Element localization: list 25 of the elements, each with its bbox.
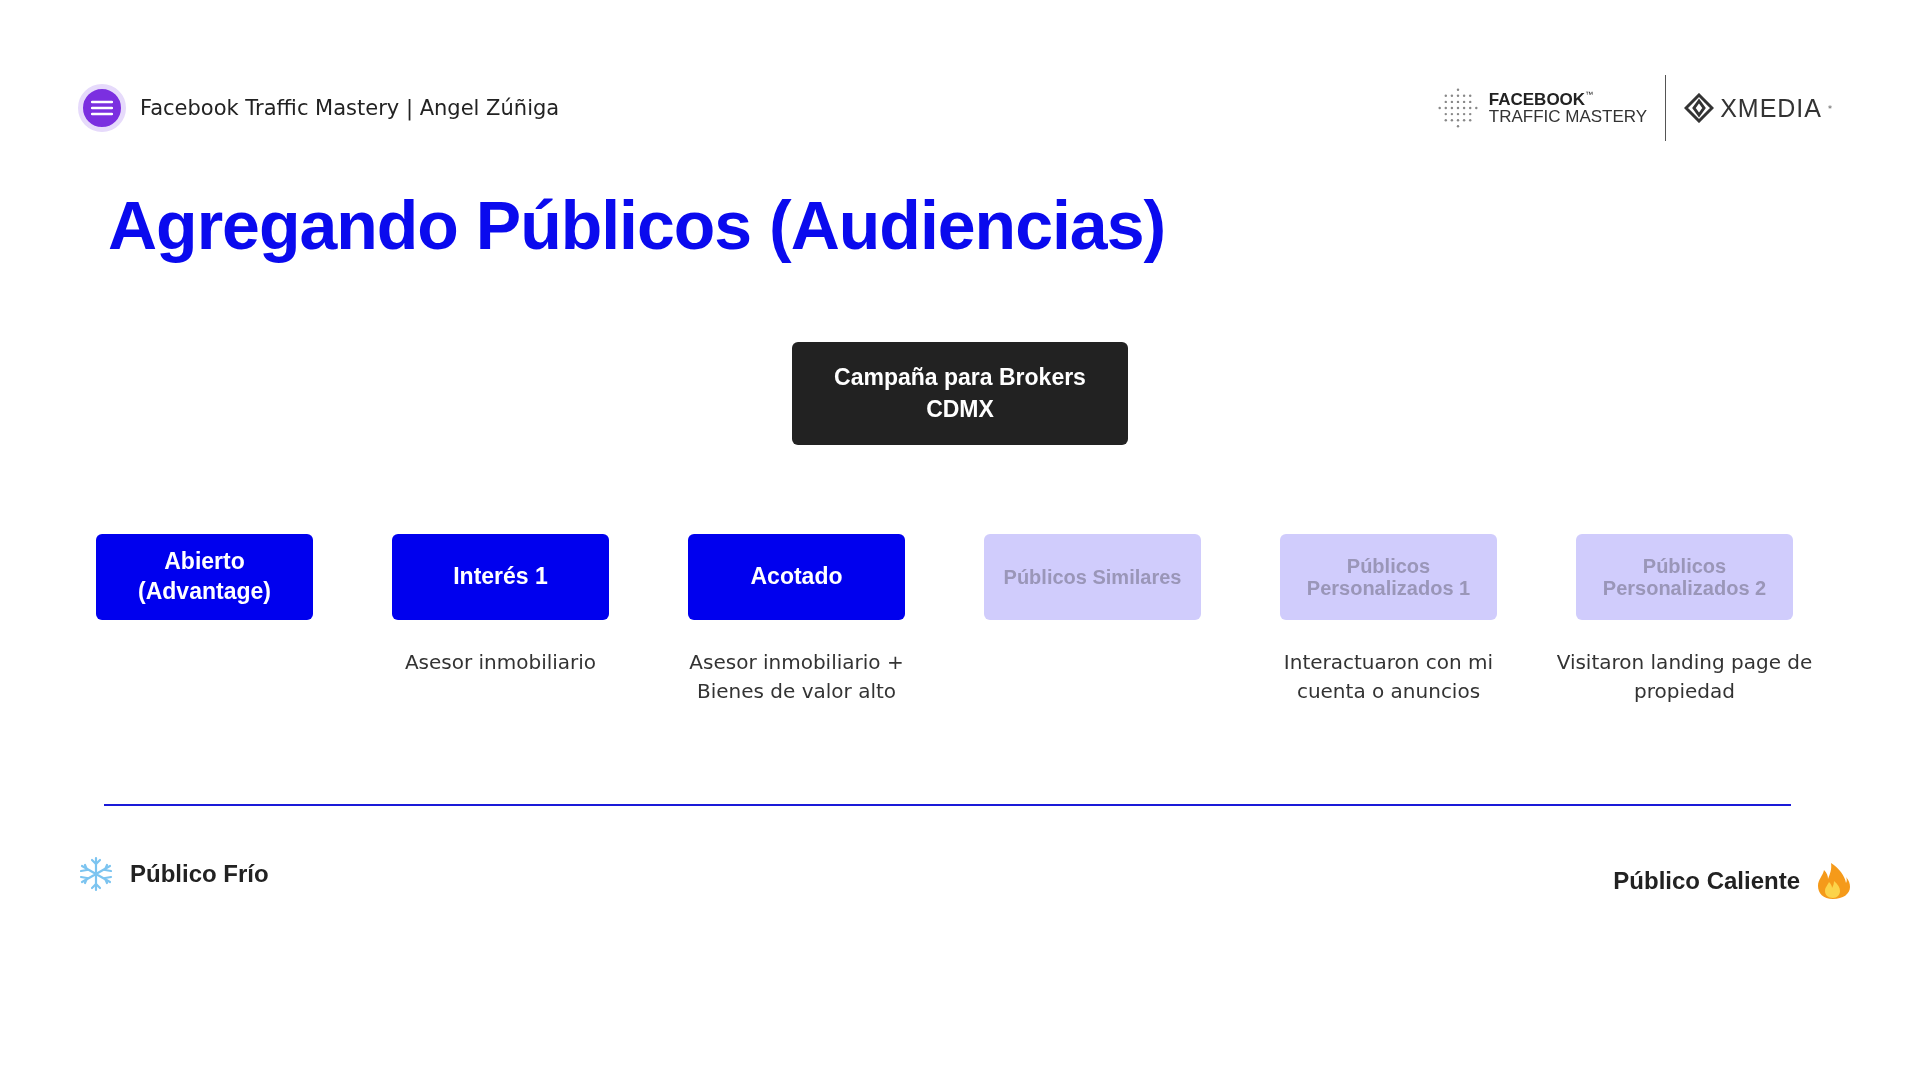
partner-logo-text: XMEDIA xyxy=(1720,93,1822,123)
registered-mark: * xyxy=(1828,105,1832,114)
fire-icon xyxy=(1816,862,1850,900)
menu-icon xyxy=(91,100,113,116)
audience-description: Visitaron landing page de propiedad xyxy=(1555,649,1814,705)
audience-node: Públicos Personalizados 2 xyxy=(1576,534,1793,620)
campaign-node: Campaña para Brokers CDMX xyxy=(792,342,1128,445)
audience-description: Asesor inmobiliario + Bienes de valor alto xyxy=(688,649,905,705)
hot-audience-label: Público Caliente xyxy=(1613,867,1800,895)
audience-node: Abierto (Advantage) xyxy=(96,534,313,620)
snowflake-icon xyxy=(78,856,114,892)
cold-audience-label: Público Frío xyxy=(130,860,269,888)
brand-name: FACEBOOK xyxy=(1488,91,1586,108)
audience-description: Asesor inmobiliario xyxy=(403,649,598,676)
cross-emblem-icon xyxy=(1684,93,1715,123)
trademark-mark: ™ xyxy=(1585,91,1594,101)
audience-node: Acotado xyxy=(688,534,905,620)
menu-button[interactable] xyxy=(78,84,126,132)
audience-description: Interactuaron con mi cuenta o anuncios xyxy=(1282,649,1495,705)
slide-title: Agregando Públicos (Audiencias) xyxy=(108,186,1166,264)
audience-node: Públicos Personalizados 1 xyxy=(1280,534,1497,620)
audience-node: Públicos Similares xyxy=(984,534,1201,620)
brand-subtitle: TRAFFIC MASTERY xyxy=(1488,108,1648,125)
audience-node: Interés 1 xyxy=(392,534,609,620)
header-title: Facebook Traffic Mastery | Angel Zúñiga xyxy=(140,96,560,120)
